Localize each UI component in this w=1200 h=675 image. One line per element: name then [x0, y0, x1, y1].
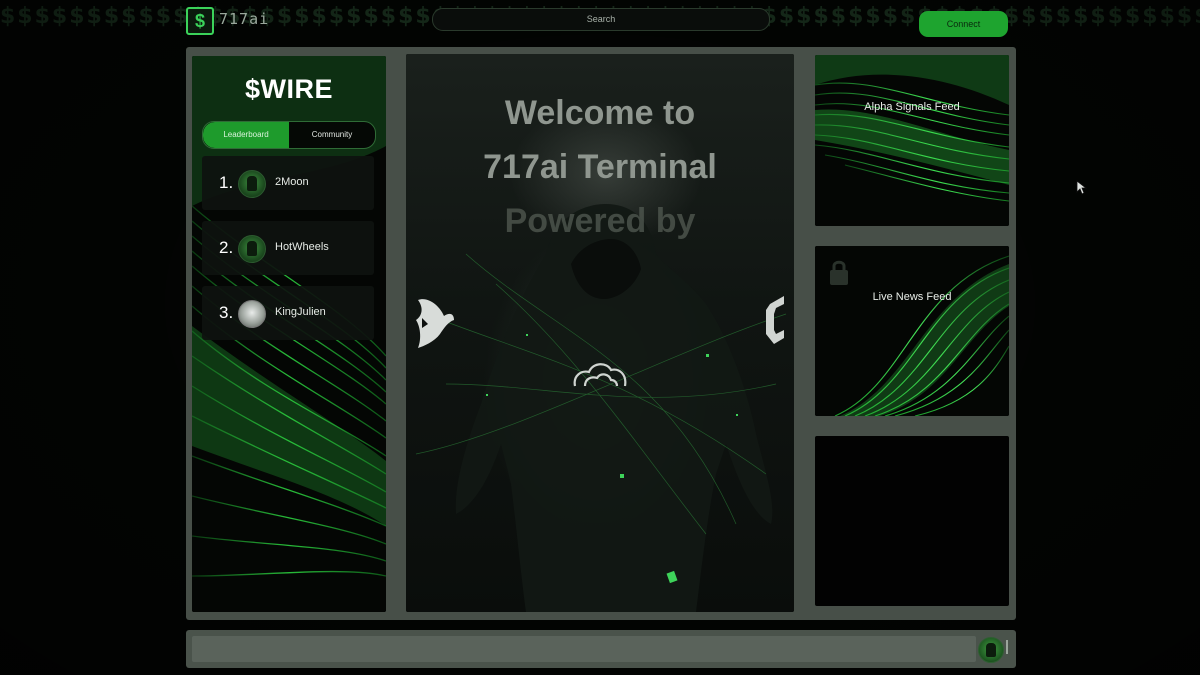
news-feed-label: Live News Feed: [872, 291, 952, 303]
leaderboard-row[interactable]: 2. HotWheels: [202, 221, 374, 275]
chat-input[interactable]: [192, 636, 976, 662]
hero-title-line: Welcome to: [504, 94, 696, 132]
lock-icon: [830, 260, 848, 285]
news-feed-panel[interactable]: Live News Feed: [815, 246, 1009, 416]
leaderboard-name: KingJulien: [275, 306, 326, 318]
hero-panel: Welcome to 717ai Terminal Powered by: [406, 54, 794, 612]
leaderboard-row[interactable]: 3. KingJulien: [202, 286, 374, 340]
leaderboard-rank: 3.: [219, 303, 234, 322]
alpha-signals-panel[interactable]: Alpha Signals Feed: [815, 55, 1009, 226]
leaderboard-rank: 1.: [219, 173, 234, 192]
connect-button[interactable]: Connect: [919, 11, 1008, 37]
leaderboard-row[interactable]: 1. 2Moon: [202, 156, 374, 210]
leaderboard-tabs: Leaderboard Community: [202, 121, 376, 149]
avatar[interactable]: [978, 637, 1004, 663]
hooded-figure-image: [415, 204, 787, 612]
mouse-cursor-icon: [1076, 180, 1088, 195]
green-wave-decoration: [815, 55, 1009, 226]
more-icon[interactable]: [1006, 640, 1008, 654]
logo-glyph: $: [194, 10, 205, 31]
tab-leaderboard[interactable]: Leaderboard: [203, 122, 289, 148]
dollar-icon[interactable]: $: [186, 7, 214, 35]
bracket-logo-icon: [766, 296, 784, 344]
hero-title-line: Powered by: [504, 202, 696, 240]
token-title: $WIRE: [244, 74, 333, 104]
search-input[interactable]: Search: [432, 8, 770, 31]
leaderboard-name: HotWheels: [275, 241, 329, 253]
shark-logo-icon: [416, 299, 454, 348]
leaderboard-panel: $WIRE Leaderboard Community 1. 2Moon 2. …: [192, 56, 386, 612]
avatar: [238, 235, 266, 263]
avatar: [238, 170, 266, 198]
app-name: 717ai: [219, 10, 270, 28]
empty-feed-panel: [815, 436, 1009, 606]
leaderboard-rank: 2.: [219, 238, 234, 257]
alpha-signals-label: Alpha Signals Feed: [864, 101, 960, 113]
leaderboard-name: 2Moon: [275, 176, 309, 188]
hero-title-line: 717ai Terminal: [483, 148, 717, 186]
avatar: [238, 300, 266, 328]
cloud-logo-icon: [573, 363, 627, 387]
tab-community[interactable]: Community: [289, 122, 375, 148]
